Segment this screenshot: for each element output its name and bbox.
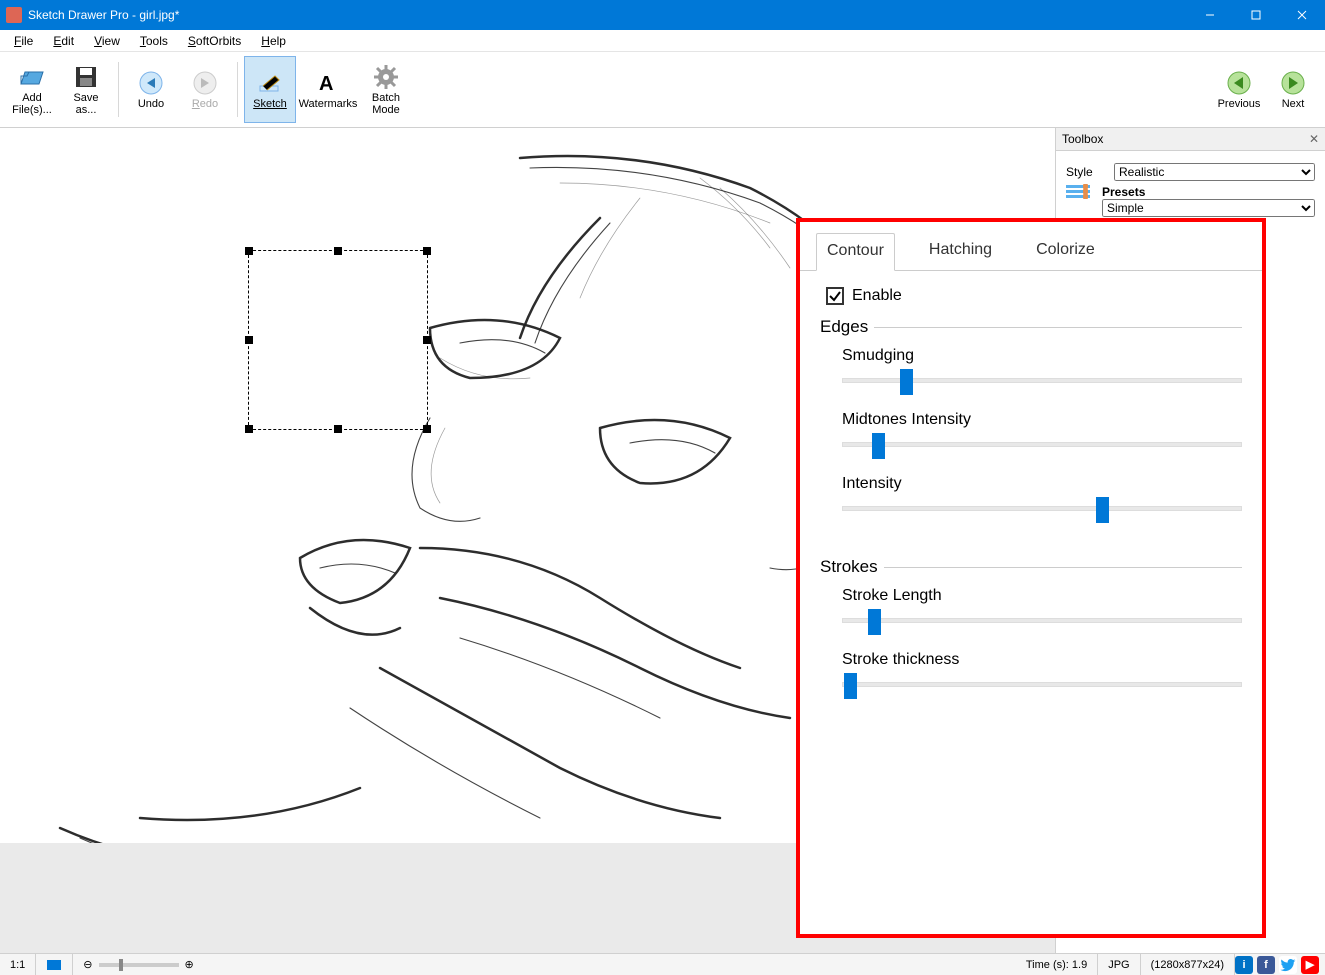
slider-label: Stroke Length [842,587,1242,605]
add-files-button[interactable]: Add File(s)... [6,56,58,123]
selection-rectangle[interactable] [248,250,428,430]
undo-label: Undo [138,98,164,110]
toolbox-title: Toolbox [1062,132,1103,146]
enable-checkbox[interactable]: Enable [826,287,1242,305]
selection-handle-e[interactable] [423,336,431,344]
fit-to-screen-button[interactable] [36,954,73,975]
redo-button[interactable]: Redo [179,56,231,123]
menu-view[interactable]: View [84,32,130,50]
close-button[interactable] [1279,0,1325,30]
group-legend: Strokes [820,557,884,577]
presets-icon[interactable] [1066,185,1090,203]
file-format: JPG [1098,954,1140,975]
previous-icon [1226,70,1252,96]
menu-edit[interactable]: Edit [43,32,84,50]
style-label: Style [1066,165,1106,179]
next-label: Next [1282,98,1305,110]
slider-label: Stroke thickness [842,651,1242,669]
twitter-icon[interactable] [1279,956,1297,974]
zoom-ratio[interactable]: 1:1 [0,954,36,975]
slider-label: Midtones Intensity [842,411,1242,429]
menu-file[interactable]: File [4,32,43,50]
app-icon [6,7,22,23]
watermarks-icon: A [315,70,341,96]
enable-label: Enable [852,287,902,305]
toolbar: Add File(s)... Save as... Undo Redo Sket… [0,52,1325,128]
toolbox-header: Toolbox ✕ [1056,128,1325,151]
batch-mode-button[interactable]: Batch Mode [360,56,412,123]
watermarks-label: Watermarks [299,98,358,110]
titlebar: Sketch Drawer Pro - girl.jpg* [0,0,1325,30]
group-legend: Edges [820,317,874,337]
redo-icon [192,70,218,96]
zoom-slider[interactable]: ⊖ ⊕ [73,954,203,975]
undo-icon [138,70,164,96]
separator [118,62,119,117]
undo-button[interactable]: Undo [125,56,177,123]
presets-label: Presets [1102,185,1315,199]
minimize-button[interactable] [1187,0,1233,30]
next-icon [1280,70,1306,96]
tab-contour[interactable]: Contour [816,233,895,271]
maximize-button[interactable] [1233,0,1279,30]
statusbar: 1:1 ⊖ ⊕ Time (s): 1.9 JPG (1280x877x24) … [0,953,1325,975]
settings-tabs: Contour Hatching Colorize [800,222,1262,271]
batch-mode-label: Batch Mode [363,92,409,116]
zoom-out-icon[interactable]: ⊖ [83,958,92,971]
selection-handle-sw[interactable] [245,425,253,433]
menu-help[interactable]: Help [251,32,296,50]
sketch-icon [257,70,283,96]
previous-button[interactable]: Previous [1213,56,1265,123]
selection-handle-se[interactable] [423,425,431,433]
menubar: File Edit View Tools SoftOrbits Help [0,30,1325,52]
save-icon [73,64,99,90]
tab-hatching[interactable]: Hatching [919,233,1002,271]
processing-time: Time (s): 1.9 [1016,954,1098,975]
watermarks-button[interactable]: A Watermarks [298,56,358,123]
sketch-label: Sketch [253,98,287,110]
checkbox-icon [826,287,844,305]
add-files-label: Add File(s)... [9,92,55,116]
slider-stroke-thickness[interactable] [842,673,1242,695]
save-as-button[interactable]: Save as... [60,56,112,123]
separator [237,62,238,117]
social-links: i f ▶ [1235,956,1325,974]
facebook-icon[interactable]: f [1257,956,1275,974]
group-edges: Edges Smudging Midtones Intensity Intensity [820,317,1242,539]
youtube-icon[interactable]: ▶ [1301,956,1319,974]
contour-settings-panel: Contour Hatching Colorize Enable Edges Sm… [796,218,1266,938]
svg-text:A: A [319,73,333,94]
save-as-label: Save as... [63,92,109,116]
selection-handle-ne[interactable] [423,247,431,255]
slider-stroke-length[interactable] [842,609,1242,631]
gear-icon [373,64,399,90]
slider-intensity[interactable] [842,497,1242,519]
previous-label: Previous [1218,98,1261,110]
selection-handle-nw[interactable] [245,247,253,255]
selection-handle-w[interactable] [245,336,253,344]
info-icon[interactable]: i [1235,956,1253,974]
selection-handle-n[interactable] [334,247,342,255]
window-title: Sketch Drawer Pro - girl.jpg* [28,8,1187,22]
toolbox-close-icon[interactable]: ✕ [1309,132,1319,146]
image-dimensions: (1280x877x24) [1141,954,1235,975]
menu-tools[interactable]: Tools [130,32,178,50]
style-select[interactable]: Realistic [1114,163,1315,181]
menu-softorbits[interactable]: SoftOrbits [178,32,251,50]
slider-smudging[interactable] [842,369,1242,391]
slider-label: Smudging [842,347,1242,365]
selection-handle-s[interactable] [334,425,342,433]
next-button[interactable]: Next [1267,56,1319,123]
slider-label: Intensity [842,475,1242,493]
presets-select[interactable]: Simple [1102,199,1315,217]
group-strokes: Strokes Stroke Length Stroke thickness [820,557,1242,715]
redo-label: Redo [192,98,218,110]
slider-midtones-intensity[interactable] [842,433,1242,455]
zoom-in-icon[interactable]: ⊕ [185,958,194,971]
add-files-icon [19,64,45,90]
tab-colorize[interactable]: Colorize [1026,233,1105,271]
sketch-button[interactable]: Sketch [244,56,296,123]
